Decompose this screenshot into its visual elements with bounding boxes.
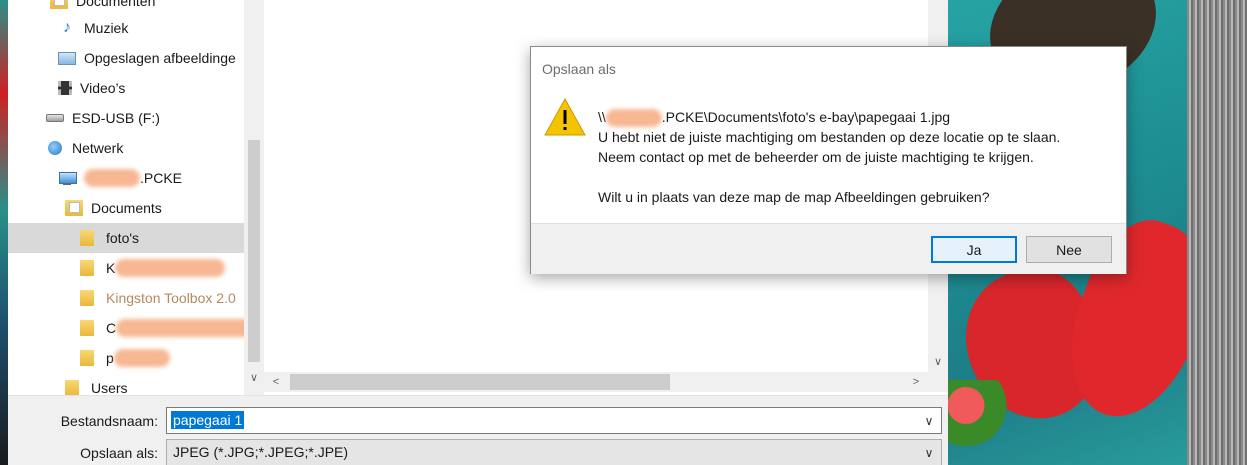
nav-item-label: foto's bbox=[106, 230, 140, 246]
yes-button[interactable]: Ja bbox=[931, 236, 1017, 263]
nav-item-opgeslagen-afbeeldingen[interactable]: Opgeslagen afbeeldinge bbox=[58, 43, 236, 73]
chevron-down-icon[interactable]: ∨ bbox=[247, 368, 261, 388]
folder-icon bbox=[80, 290, 94, 306]
folder-icon bbox=[80, 350, 94, 366]
saved-pictures-icon bbox=[58, 51, 76, 65]
nav-item-folder[interactable]: Kingston Toolbox 2.0 bbox=[80, 283, 236, 313]
navigation-scrollbar[interactable]: ∨ bbox=[244, 0, 264, 395]
network-icon bbox=[46, 140, 64, 156]
navigation-pane: Documenten ♪ Muziek Opgeslagen afbeeldin… bbox=[8, 0, 244, 395]
redacted-text bbox=[84, 169, 140, 187]
dialog-message-line: Neem contact op met de beheerder om de j… bbox=[598, 149, 1034, 165]
nav-item-label: Muziek bbox=[84, 20, 129, 36]
nav-item-label: Users bbox=[91, 380, 128, 395]
path-prefix: \\ bbox=[598, 109, 606, 125]
path-suffix: .PCKE\Documents\foto's e-bay\papegaai 1.… bbox=[661, 109, 951, 125]
no-button[interactable]: Nee bbox=[1026, 236, 1112, 263]
documents-folder-icon bbox=[50, 0, 68, 9]
folder-icon bbox=[80, 320, 94, 336]
nav-item-muziek[interactable]: ♪ Muziek bbox=[58, 13, 128, 43]
nav-item-label: .PCKE bbox=[140, 170, 183, 186]
usb-drive-icon bbox=[46, 114, 64, 122]
nav-item-label: Documenten bbox=[76, 0, 156, 9]
folder-icon bbox=[65, 380, 79, 395]
dialog-message: \\ .PCKE\Documents\foto's e-bay\papegaai … bbox=[598, 107, 1118, 207]
chevron-down-icon[interactable]: ∨ bbox=[931, 352, 945, 372]
video-icon bbox=[58, 81, 72, 95]
filename-value[interactable]: papegaai 1 bbox=[171, 411, 245, 429]
nav-item-label: p bbox=[106, 350, 114, 366]
dialog-button-bar: Ja Nee bbox=[531, 223, 1126, 274]
nav-item-users[interactable]: Users bbox=[65, 373, 128, 395]
file-list-horizontal-scrollbar[interactable]: < > bbox=[264, 372, 928, 392]
nav-item-esd-usb[interactable]: ESD-USB (F:) bbox=[46, 103, 160, 133]
dialog-question: Wilt u in plaats van deze map de map Afb… bbox=[598, 189, 990, 205]
warning-icon bbox=[544, 97, 586, 136]
nav-item-fotos[interactable]: foto's bbox=[8, 223, 244, 253]
filename-label: Bestandsnaam: bbox=[60, 413, 158, 429]
nav-item-label: C bbox=[106, 320, 117, 336]
dialog-message-path: \\ .PCKE\Documents\foto's e-bay\papegaai … bbox=[598, 107, 1118, 128]
nav-item-label: Kingston Toolbox 2.0 bbox=[106, 290, 236, 306]
nav-item-folder[interactable]: p bbox=[80, 343, 170, 373]
nav-item-netwerk[interactable]: Netwerk bbox=[46, 133, 123, 163]
nav-item-label: Documents bbox=[91, 200, 162, 216]
background-image-left bbox=[0, 0, 8, 465]
scrollbar-corner bbox=[928, 372, 948, 392]
permission-message-dialog: Opslaan als \\ .PCKE\Documents\foto's e-b… bbox=[530, 46, 1127, 274]
nav-item-label: K bbox=[106, 260, 116, 276]
redacted-text bbox=[113, 349, 170, 367]
nav-item-videos[interactable]: Video’s bbox=[58, 73, 125, 103]
save-options-bar: Bestandsnaam: papegaai 1 ∨ Opslaan als: … bbox=[8, 395, 948, 465]
nav-item-folder[interactable]: K bbox=[80, 253, 226, 283]
nav-item-label: ESD-USB (F:) bbox=[72, 110, 160, 126]
chevron-down-icon[interactable]: ∨ bbox=[921, 411, 937, 431]
nav-item-label: Opgeslagen afbeeldinge bbox=[84, 50, 236, 66]
nav-item-network-computer[interactable]: .PCKE bbox=[58, 163, 182, 193]
folder-icon bbox=[80, 230, 94, 246]
chevron-right-icon[interactable]: > bbox=[908, 372, 924, 392]
dialog-message-line: U hebt niet de juiste machtiging om best… bbox=[598, 129, 1061, 145]
filetype-value: JPEG (*.JPG;*.JPEG;*.JPE) bbox=[173, 444, 349, 460]
documents-folder-icon bbox=[65, 200, 83, 216]
redacted-text bbox=[116, 319, 244, 337]
dialog-title: Opslaan als bbox=[542, 61, 616, 77]
scrollbar-thumb[interactable] bbox=[248, 140, 260, 362]
chevron-down-icon[interactable]: ∨ bbox=[921, 443, 937, 463]
filetype-label: Opslaan als: bbox=[80, 445, 158, 461]
nav-item-label: Video’s bbox=[80, 80, 126, 96]
network-computer-icon bbox=[58, 170, 77, 186]
redacted-text bbox=[115, 259, 226, 277]
background-flower bbox=[948, 380, 1008, 465]
filename-input[interactable]: papegaai 1 ∨ bbox=[166, 407, 942, 434]
redacted-text bbox=[605, 109, 662, 128]
music-icon: ♪ bbox=[63, 19, 71, 36]
chevron-left-icon[interactable]: < bbox=[268, 372, 284, 392]
nav-item-label: Netwerk bbox=[72, 140, 124, 156]
background-frame bbox=[1187, 0, 1247, 465]
folder-icon bbox=[80, 260, 94, 276]
nav-item-documents[interactable]: Documents bbox=[65, 193, 162, 223]
filetype-select[interactable]: JPEG (*.JPG;*.JPEG;*.JPE) ∨ bbox=[166, 439, 942, 465]
nav-item-folder[interactable]: C bbox=[80, 313, 244, 343]
scrollbar-thumb[interactable] bbox=[290, 374, 670, 390]
